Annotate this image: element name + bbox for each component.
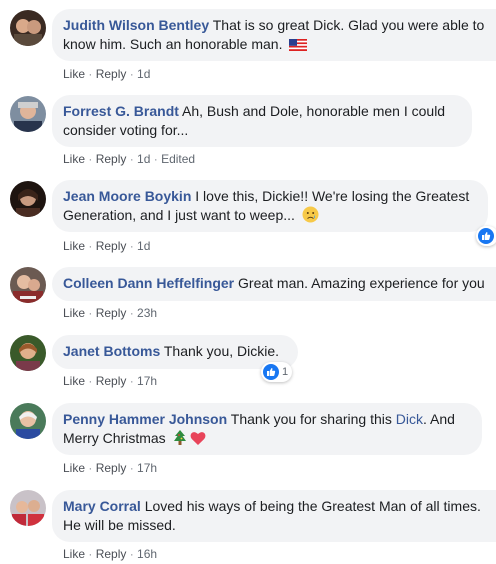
comment-text: Ah, Bush and Dole, honorable men I could bbox=[178, 103, 446, 119]
reply-link[interactable]: Reply bbox=[96, 374, 127, 388]
edited-label[interactable]: Edited bbox=[161, 152, 195, 166]
separator: · bbox=[85, 152, 96, 166]
timestamp[interactable]: 17h bbox=[137, 374, 157, 388]
separator: · bbox=[126, 306, 138, 320]
like-link[interactable]: Like bbox=[63, 239, 85, 253]
commenter-name[interactable]: Colleen Dann Heffelfinger bbox=[63, 275, 234, 291]
comment-actions: Like · Reply · 1d bbox=[63, 67, 150, 81]
separator: · bbox=[150, 152, 162, 166]
comment-text: Loved his ways of being the Greatest Man… bbox=[140, 498, 481, 514]
comment-actions: Like · Reply · 17h bbox=[63, 461, 157, 475]
reply-link[interactable]: Reply bbox=[96, 461, 127, 475]
commenter-name[interactable]: Mary Corral bbox=[63, 498, 141, 514]
timestamp[interactable]: 16h bbox=[137, 547, 157, 561]
comment-bubble: Penny Hammer Johnson Thank you for shari… bbox=[52, 403, 482, 455]
like-reaction-icon bbox=[263, 364, 279, 380]
like-link[interactable]: Like bbox=[63, 461, 85, 475]
avatar[interactable] bbox=[10, 267, 46, 303]
christmas-tree-emoji-icon bbox=[173, 430, 187, 451]
separator: · bbox=[126, 547, 138, 561]
separator: · bbox=[85, 461, 96, 475]
timestamp[interactable]: 17h bbox=[137, 461, 157, 475]
like-link[interactable]: Like bbox=[63, 67, 85, 81]
reply-link[interactable]: Reply bbox=[96, 547, 127, 561]
comment-text: Thank you, Dickie. bbox=[160, 343, 280, 359]
like-link[interactable]: Like bbox=[63, 547, 85, 561]
reply-link[interactable]: Reply bbox=[96, 67, 127, 81]
comment-actions: Like · Reply · 17h bbox=[63, 374, 157, 388]
separator: · bbox=[85, 306, 96, 320]
separator: · bbox=[126, 461, 138, 475]
comment-bubble: Judith Wilson Bentley That is so great D… bbox=[52, 9, 496, 61]
mention-link[interactable]: Dick bbox=[396, 411, 423, 427]
comment-text: Great man. Amazing experience for you bbox=[234, 275, 485, 291]
commenter-name[interactable]: Janet Bottoms bbox=[63, 343, 160, 359]
comment-actions: Like · Reply · 1d · Edited bbox=[63, 152, 195, 166]
comment-bubble: Janet Bottoms Thank you, Dickie. bbox=[52, 335, 298, 369]
comment-bubble: Mary Corral Loved his ways of being the … bbox=[52, 490, 496, 542]
reaction-badge[interactable] bbox=[476, 226, 496, 246]
comment-text-line2: He will be missed. bbox=[63, 517, 176, 533]
comment-text: That is so great Dick. Glad you were abl… bbox=[209, 17, 485, 33]
commenter-name[interactable]: Judith Wilson Bentley bbox=[63, 17, 209, 33]
separator: · bbox=[85, 67, 96, 81]
separator: · bbox=[126, 239, 138, 253]
comment-actions: Like · Reply · 16h bbox=[63, 547, 157, 561]
separator: · bbox=[126, 374, 138, 388]
commenter-name[interactable]: Penny Hammer Johnson bbox=[63, 411, 227, 427]
comment-text-line2: Merry Christmas bbox=[63, 430, 166, 446]
red-heart-emoji-icon bbox=[190, 431, 206, 451]
reaction-count: 1 bbox=[282, 366, 289, 378]
timestamp[interactable]: 1d bbox=[137, 67, 150, 81]
separator: · bbox=[126, 152, 138, 166]
avatar[interactable] bbox=[10, 10, 46, 46]
like-reaction-icon bbox=[478, 228, 494, 244]
comment-bubble: Forrest G. Brandt Ah, Bush and Dole, hon… bbox=[52, 95, 472, 147]
comment-text: Thank you for sharing this bbox=[227, 411, 396, 427]
comment-text-line2: Generation, and I just want to weep... bbox=[63, 207, 295, 223]
separator: · bbox=[85, 547, 96, 561]
comment-text-line2: consider voting for... bbox=[63, 122, 189, 138]
sad-tear-emoji-icon bbox=[302, 206, 319, 228]
like-link[interactable]: Like bbox=[63, 152, 85, 166]
comment-text-after: . And bbox=[423, 411, 455, 427]
us-flag-icon bbox=[289, 37, 308, 56]
comment-actions: Like · Reply · 1d bbox=[63, 239, 150, 253]
reaction-badge[interactable]: 1 bbox=[261, 362, 293, 382]
avatar[interactable] bbox=[10, 181, 46, 217]
avatar[interactable] bbox=[10, 96, 46, 132]
avatar[interactable] bbox=[10, 490, 46, 526]
timestamp[interactable]: 1d bbox=[137, 239, 150, 253]
timestamp[interactable]: 23h bbox=[137, 306, 157, 320]
commenter-name[interactable]: Forrest G. Brandt bbox=[63, 103, 179, 119]
comment-bubble: Colleen Dann Heffelfinger Great man. Ama… bbox=[52, 267, 496, 301]
separator: · bbox=[85, 374, 96, 388]
timestamp[interactable]: 1d bbox=[137, 152, 150, 166]
like-link[interactable]: Like bbox=[63, 374, 85, 388]
comment-bubble: Jean Moore Boykin I love this, Dickie!! … bbox=[52, 180, 488, 232]
like-link[interactable]: Like bbox=[63, 306, 85, 320]
separator: · bbox=[85, 239, 96, 253]
comment-actions: Like · Reply · 23h bbox=[63, 306, 157, 320]
comment-text: I love this, Dickie!! We're losing the G… bbox=[191, 188, 470, 204]
separator: · bbox=[126, 67, 138, 81]
comment-text-line2: know him. Such an honorable man. bbox=[63, 36, 283, 52]
commenter-name[interactable]: Jean Moore Boykin bbox=[63, 188, 191, 204]
avatar[interactable] bbox=[10, 403, 46, 439]
reply-link[interactable]: Reply bbox=[96, 239, 127, 253]
avatar[interactable] bbox=[10, 335, 46, 371]
reply-link[interactable]: Reply bbox=[96, 152, 127, 166]
reply-link[interactable]: Reply bbox=[96, 306, 127, 320]
